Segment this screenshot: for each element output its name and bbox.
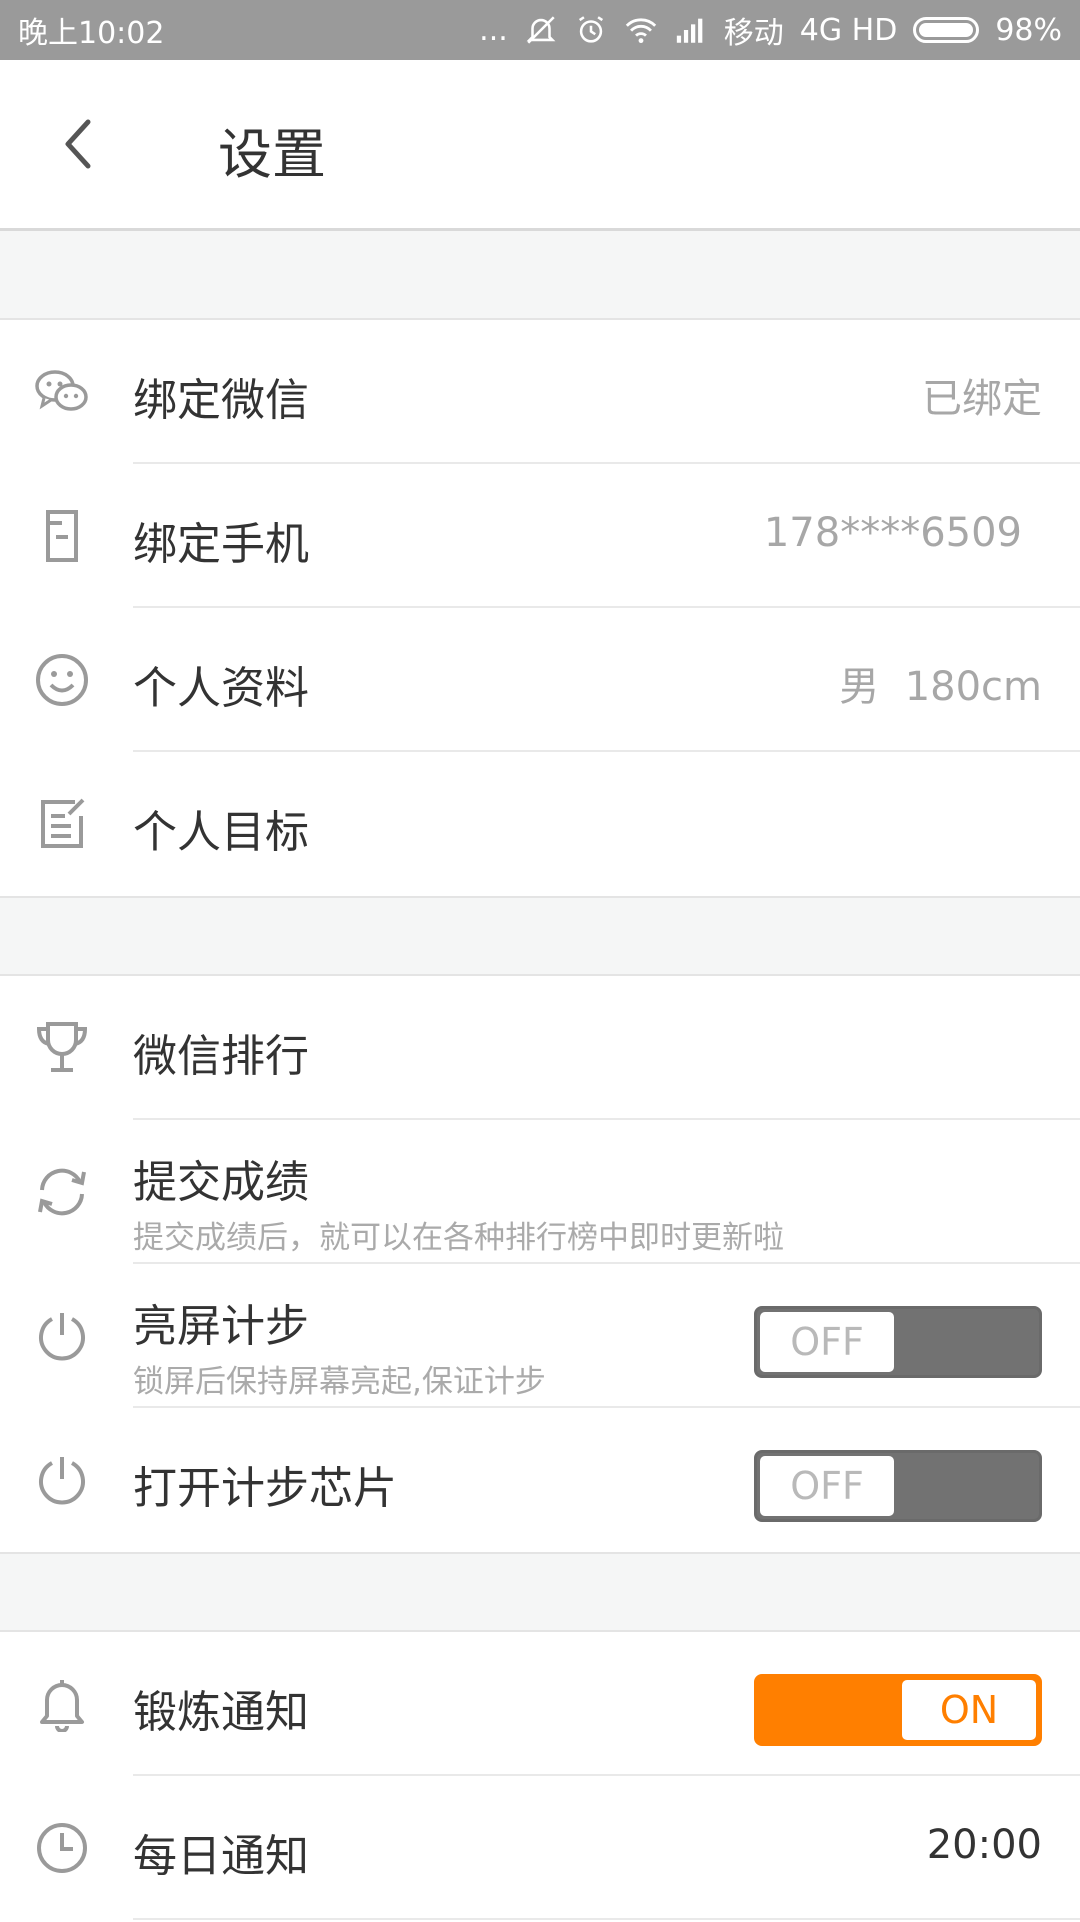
bind-phone-label: 绑定手机 (133, 519, 309, 570)
notification-section: 锻炼通知 ON 每日通知 20:00 (0, 1630, 1080, 1922)
screen-on-step-row: 亮屏计步 锁屏后保持屏幕亮起,保证计步 OFF (0, 1264, 1080, 1408)
status-bar: 晚上10:02 ... 移动 4G HD 98% (0, 0, 1080, 60)
submit-score-label: 提交成绩 (133, 1157, 309, 1208)
power-icon (32, 1306, 92, 1366)
bind-wechat-status: 已绑定 (922, 376, 1042, 422)
status-network: 4G HD (799, 12, 898, 48)
wechat-ranking-row[interactable]: 微信排行 (0, 976, 1080, 1120)
sport-section: 微信排行 提交成绩 提交成绩后，就可以在各种排行榜中即时更新啦 亮屏计步 锁屏后… (0, 974, 1080, 1554)
page-title: 设置 (218, 123, 326, 186)
screen-on-step-label: 亮屏计步 (133, 1301, 309, 1352)
battery-icon (913, 17, 980, 43)
bind-wechat-row[interactable]: 绑定微信 已绑定 (0, 320, 1080, 464)
toggle-knob: ON (902, 1680, 1036, 1740)
step-chip-label: 打开计步芯片 (133, 1463, 397, 1514)
exercise-notice-label: 锻炼通知 (133, 1687, 309, 1738)
wechat-ranking-label: 微信排行 (133, 1031, 309, 1082)
profile-row[interactable]: 个人资料 男 180cm (0, 608, 1080, 752)
toggle-knob: OFF (760, 1312, 894, 1372)
back-button[interactable] (50, 116, 106, 172)
daily-notice-label: 每日通知 (133, 1831, 309, 1882)
trophy-icon (32, 1018, 92, 1078)
goal-row[interactable]: 个人目标 (0, 752, 1080, 896)
submit-score-hint: 提交成绩后，就可以在各种排行榜中即时更新啦 (133, 1220, 784, 1256)
power-icon (32, 1450, 92, 1510)
status-more-dots: ... (479, 12, 508, 48)
wifi-icon (625, 18, 656, 44)
screen-on-step-hint: 锁屏后保持屏幕亮起,保证计步 (133, 1364, 546, 1400)
bind-wechat-label: 绑定微信 (133, 375, 309, 426)
wechat-icon (32, 362, 92, 422)
screen-on-step-toggle[interactable]: OFF (754, 1306, 1042, 1378)
step-chip-row: 打开计步芯片 OFF (0, 1408, 1080, 1552)
step-chip-toggle[interactable]: OFF (754, 1450, 1042, 1522)
submit-score-row[interactable]: 提交成绩 提交成绩后，就可以在各种排行榜中即时更新啦 (0, 1120, 1080, 1264)
toggle-knob: OFF (760, 1456, 894, 1516)
app-bar: 设置 (0, 60, 1080, 231)
profile-label: 个人资料 (133, 663, 309, 714)
alarm-icon (578, 16, 603, 43)
profile-summary: 男 180cm (839, 664, 1042, 710)
bind-phone-row[interactable]: 绑定手机 178****6509 (0, 464, 1080, 608)
daily-notice-row[interactable]: 每日通知 20:00 (0, 1776, 1080, 1920)
status-carrier: 移动 (723, 16, 784, 51)
bind-phone-number: 178****6509 (763, 510, 1022, 556)
goal-edit-icon (32, 794, 92, 854)
clock-icon (32, 1818, 92, 1878)
exercise-notice-row: 锻炼通知 ON (0, 1632, 1080, 1776)
exercise-notice-toggle[interactable]: ON (754, 1674, 1042, 1746)
signal-icon (676, 18, 703, 43)
refresh-icon (32, 1162, 92, 1222)
bell-icon (32, 1674, 92, 1734)
mute-icon (526, 16, 556, 44)
goal-label: 个人目标 (133, 807, 309, 858)
phone-icon (32, 506, 92, 566)
daily-notice-time: 20:00 (926, 1822, 1042, 1868)
smiley-icon (32, 650, 92, 710)
status-battery: 98% (995, 12, 1062, 48)
back-arrow-icon (65, 119, 91, 169)
account-section: 绑定微信 已绑定 绑定手机 178****6509 个人资料 男 180cm 个… (0, 318, 1080, 898)
status-time: 晚上10:02 (18, 16, 165, 51)
